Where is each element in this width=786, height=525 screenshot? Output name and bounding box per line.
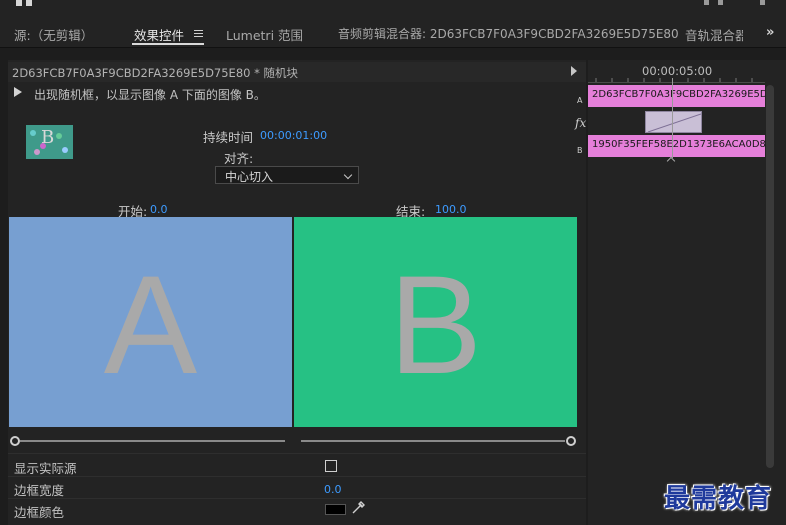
panel-menu-icon[interactable]	[194, 30, 204, 39]
border-width-value[interactable]: 0.0	[324, 483, 342, 496]
tab-effect-controls[interactable]: 效果控件	[134, 25, 184, 44]
row-divider	[8, 476, 586, 477]
preview-b-letter: B	[388, 246, 483, 403]
clip-b-name: 1950F35FEF58E2D1373E6ACA0D83	[592, 139, 765, 150]
clip-a[interactable]: 2D63FCB7F0A3F9CBD2FA3269E5D75E80	[588, 85, 765, 107]
end-value[interactable]: 100.0	[435, 203, 467, 216]
more-tabs-icon[interactable]: »	[766, 25, 774, 40]
duration-label: 持续时间	[203, 130, 254, 145]
preview-b: B	[294, 217, 577, 427]
ruler-baseline	[588, 82, 765, 83]
alignment-select-value[interactable]: 中心切入	[225, 168, 273, 185]
duration-value[interactable]: 00:00:01:00	[260, 129, 327, 142]
border-color-swatch[interactable]	[325, 504, 346, 515]
ruler-time-label: 00:00:05:00	[642, 64, 713, 78]
track-a-label: A	[577, 96, 583, 105]
preview-a-letter: A	[103, 246, 198, 403]
play-icon[interactable]	[14, 87, 22, 97]
clip-b[interactable]: 1950F35FEF58E2D1373E6ACA0D83	[588, 135, 765, 157]
start-slider-handle[interactable]	[10, 436, 20, 446]
start-slider-track[interactable]	[20, 440, 285, 442]
track-b-label: B	[577, 146, 583, 155]
alignment-label: 对齐:	[224, 151, 254, 166]
title-strip	[0, 0, 786, 18]
toggle-timeline-icon[interactable]	[571, 66, 577, 76]
tab-lumetri-scopes[interactable]: Lumetri 范围	[226, 25, 303, 44]
thumbnail-letter: B	[41, 127, 55, 148]
clip-a-name: 2D63FCB7F0A3F9CBD2FA3269E5D75E80	[592, 89, 765, 100]
watermark: 最需教育	[664, 484, 773, 514]
end-slider-handle[interactable]	[566, 436, 576, 446]
tab-audio-clip-mixer[interactable]: 音频剪辑混合器: 2D63FCB7F0A3F9CBD2FA3269E5D75E8…	[338, 25, 679, 42]
show-actual-sources-checkbox[interactable]	[325, 460, 337, 472]
playhead[interactable]	[672, 78, 673, 158]
tab-source[interactable]: 源:（无剪辑）	[14, 25, 93, 44]
preview-a: A	[9, 217, 292, 427]
start-value[interactable]: 0.0	[150, 203, 168, 216]
effect-description: 出现随机框，以显示图像 A 下面的图像 B。	[34, 88, 266, 102]
end-slider-track[interactable]	[301, 440, 565, 442]
show-actual-sources-label: 显示实际源	[14, 461, 77, 476]
clip-title: 2D63FCB7F0A3F9CBD2FA3269E5D75E80 * 随机块	[12, 66, 299, 80]
tab-audio-track-mixer[interactable]: 音轨混合器	[685, 25, 743, 44]
row-divider	[8, 498, 586, 499]
transition-block[interactable]	[645, 111, 702, 133]
border-width-label: 边框宽度	[14, 483, 65, 498]
border-color-label: 边框颜色	[14, 505, 65, 520]
app-icon	[16, 0, 36, 6]
transition-diagonal-icon	[647, 113, 701, 132]
active-tab-indicator	[132, 43, 204, 45]
row-divider	[8, 453, 586, 454]
window-controls-icon[interactable]	[704, 0, 768, 8]
fx-icon[interactable]: fx	[575, 116, 586, 130]
vertical-scrollbar[interactable]	[766, 85, 774, 468]
eyedropper-icon[interactable]	[350, 500, 366, 516]
